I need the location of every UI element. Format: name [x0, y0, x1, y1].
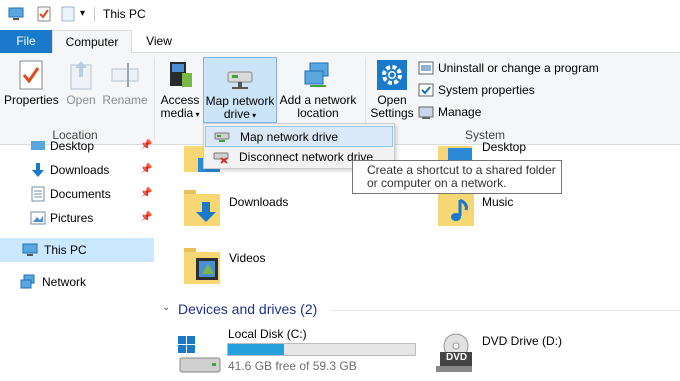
add-network-location-icon	[302, 59, 334, 91]
desktop-icon	[30, 138, 46, 154]
properties-icon	[15, 59, 47, 91]
nav-item-downloads[interactable]: Downloads 📌	[0, 158, 154, 182]
menu-item-map-network-drive[interactable]: Map network drive	[205, 126, 393, 147]
nav-label: Network	[42, 275, 87, 289]
local-disk-label[interactable]: Local Disk (C:)	[228, 327, 307, 341]
uninstall-label: Uninstall or change a program	[438, 61, 599, 75]
disk-usage-fill	[228, 344, 285, 355]
title-divider	[94, 7, 95, 22]
downloads-folder-icon[interactable]	[184, 188, 224, 228]
section-divider	[330, 310, 680, 311]
network-icon	[20, 274, 36, 290]
pin-icon[interactable]: 📌	[140, 136, 152, 156]
nav-label: Downloads	[50, 163, 110, 177]
new-folder-qat-icon[interactable]	[60, 6, 76, 22]
access-media-icon	[164, 59, 196, 91]
rename-icon	[109, 59, 141, 91]
nav-item-documents[interactable]: Documents 📌	[0, 182, 154, 206]
tab-view[interactable]: View	[133, 30, 185, 53]
folder-label-music[interactable]: Music	[482, 195, 513, 209]
nav-label: This PC	[44, 243, 87, 257]
open-button[interactable]: Open	[62, 59, 100, 107]
dvd-drive-label[interactable]: DVD Drive (D:)	[482, 334, 562, 348]
pictures-icon	[30, 210, 46, 226]
dropdown-arrow-icon: ▾	[193, 110, 200, 119]
nav-item-pictures[interactable]: Pictures 📌	[0, 206, 154, 230]
nav-label: Documents	[50, 187, 111, 201]
map-network-drive-button[interactable]: Map network drive ▾	[203, 57, 277, 123]
tooltip: Create a shortcut to a shared folder or …	[352, 160, 562, 194]
folder-label-videos[interactable]: Videos	[229, 251, 265, 265]
tooltip-line-2: or computer on a network.	[367, 176, 507, 190]
local-disk-icon[interactable]	[176, 334, 224, 378]
dvd-drive-icon[interactable]: DVD	[432, 330, 476, 376]
open-settings-button[interactable]: Open Settings	[369, 59, 415, 120]
local-disk-free-label: 41.6 GB free of 59.3 GB	[228, 359, 357, 373]
manage-icon	[418, 104, 434, 120]
nav-item-desktop[interactable]: Desktop 📌	[0, 136, 154, 156]
ribbon-tabs: File Computer View	[0, 30, 680, 54]
tab-computer[interactable]: Computer	[52, 30, 132, 54]
folder-label-downloads[interactable]: Downloads	[229, 195, 288, 209]
nav-item-network[interactable]: Network	[0, 270, 154, 294]
downloads-icon	[30, 162, 46, 178]
music-folder-icon[interactable]	[438, 188, 478, 228]
network-drive-icon	[224, 60, 256, 92]
system-properties-button[interactable]: System properties	[418, 81, 535, 101]
title-bar: ▾ This PC	[0, 0, 680, 30]
pin-icon[interactable]: 📌	[140, 206, 152, 230]
chevron-down-icon[interactable]: ⌄	[162, 302, 170, 313]
network-drive-icon	[214, 130, 230, 144]
dropdown-arrow-icon: ▾	[249, 111, 257, 120]
computer-icon[interactable]	[8, 6, 24, 22]
menu-label: Map network drive	[240, 130, 339, 144]
window-title: This PC	[103, 7, 146, 21]
devices-section-header[interactable]: Devices and drives (2)	[178, 301, 317, 317]
properties-button[interactable]: Properties	[4, 59, 59, 107]
nav-item-this-pc[interactable]: This PC	[0, 238, 154, 262]
group-separator	[154, 57, 155, 141]
programs-icon	[418, 60, 434, 76]
open-icon	[65, 59, 97, 91]
tab-file[interactable]: File	[0, 30, 52, 53]
documents-icon	[30, 186, 46, 202]
uninstall-button[interactable]: Uninstall or change a program	[418, 59, 599, 79]
add-network-location-button[interactable]: Add a network location	[279, 59, 357, 120]
properties-qat-icon[interactable]	[36, 6, 52, 22]
open-settings-label-2: Settings	[370, 106, 414, 120]
system-properties-icon	[418, 82, 434, 98]
folder-label-desktop[interactable]: Desktop	[482, 140, 526, 154]
pin-icon[interactable]: 📌	[140, 158, 152, 182]
computer-icon	[22, 242, 38, 258]
map-drive-label-2: drive	[223, 107, 250, 121]
add-location-label-2: location	[297, 106, 339, 120]
disconnect-drive-icon	[213, 150, 229, 164]
system-properties-label: System properties	[438, 83, 535, 97]
nav-label: Pictures	[50, 211, 94, 225]
pin-icon[interactable]: 📌	[140, 182, 152, 206]
gear-icon	[376, 59, 408, 91]
access-media-button[interactable]: Access media ▾	[158, 59, 202, 121]
rename-button[interactable]: Rename	[102, 59, 148, 107]
navigation-pane: Desktop 📌 Downloads 📌 Documents 📌 Pictur…	[0, 139, 156, 381]
dvd-text: DVD	[446, 352, 468, 363]
manage-label: Manage	[438, 105, 482, 119]
disk-usage-bar	[227, 343, 416, 356]
open-label: Open	[66, 93, 96, 107]
videos-folder-icon[interactable]	[184, 246, 224, 286]
manage-button[interactable]: Manage	[418, 103, 481, 123]
access-media-label-2: media	[160, 106, 194, 120]
properties-label: Properties	[4, 93, 59, 107]
rename-label: Rename	[102, 93, 148, 107]
nav-label: Desktop	[50, 139, 95, 153]
